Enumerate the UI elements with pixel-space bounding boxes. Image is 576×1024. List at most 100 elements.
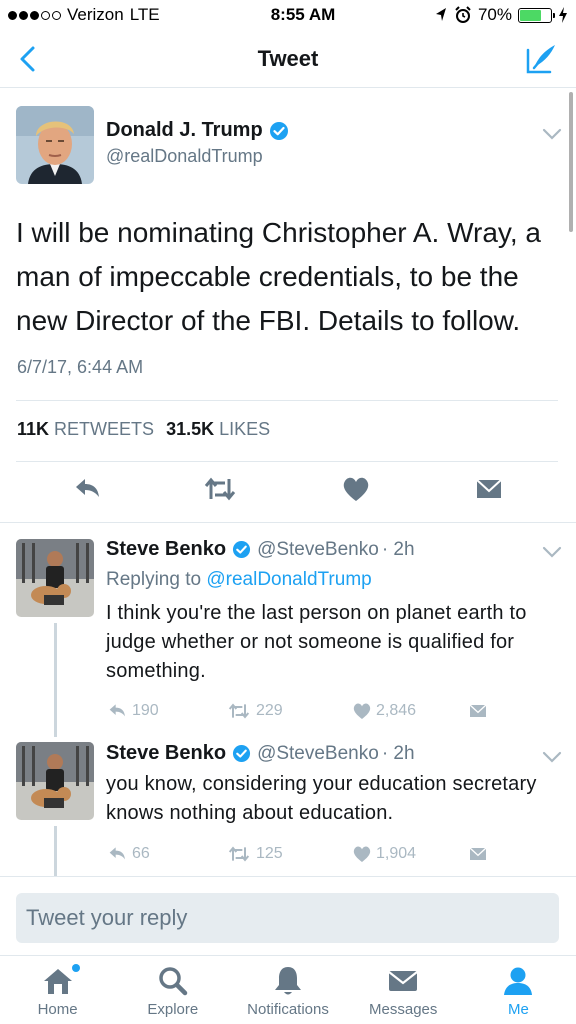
reply-count: 66 [132, 845, 150, 862]
envelope-icon [388, 971, 418, 991]
like-count: 2,846 [376, 702, 417, 719]
tweet-text: I will be nominating Christopher A. Wray… [16, 217, 541, 336]
reply-text: you know, considering your education sec… [106, 773, 537, 824]
reply-icon [109, 847, 125, 860]
engagement-stats: 11K RETWEETS 31.5K LIKES [17, 419, 270, 440]
verified-badge-icon [269, 121, 288, 140]
author-name[interactable]: Donald J. Trump [106, 119, 263, 142]
location-arrow-icon [435, 8, 446, 21]
reply-author-name[interactable]: Steve Benko [106, 538, 226, 561]
direct-message-icon [469, 847, 487, 860]
reply-icon [109, 704, 125, 717]
retweets-label: RETWEETS [54, 419, 155, 439]
author-name-row[interactable]: Donald J. Trump [106, 119, 289, 142]
reply-action-message[interactable] [468, 844, 488, 864]
battery-percent: 70% [477, 5, 512, 24]
reply-action-like[interactable]: 2,846 [352, 701, 416, 721]
replying-to-handle[interactable]: @realDonaldTrump [206, 569, 371, 590]
retweet-icon[interactable] [203, 474, 237, 504]
reply-input[interactable] [16, 893, 559, 943]
reply-author-handle[interactable]: @SteveBenko [257, 539, 379, 561]
retweet-icon [228, 703, 250, 719]
retweet-icon [228, 846, 250, 862]
tab-notifications[interactable]: Notifications [230, 956, 345, 1024]
back-chevron-icon[interactable] [14, 44, 44, 74]
tab-label: Notifications [247, 1001, 329, 1018]
reply-action-reply[interactable]: 190 [106, 701, 159, 721]
compose-tweet-icon[interactable] [524, 42, 558, 76]
tweet-timestamp: 6/7/17, 6:44 AM [17, 357, 144, 377]
alarm-icon [455, 6, 471, 23]
home-icon [43, 969, 72, 994]
reply-action-message[interactable] [468, 701, 488, 721]
chevron-down-icon[interactable] [542, 750, 562, 764]
signal-strength-icon [8, 10, 61, 20]
chevron-down-icon[interactable] [542, 545, 562, 559]
tab-messages[interactable]: Messages [346, 956, 461, 1024]
author-handle[interactable]: @realDonaldTrump [106, 146, 289, 167]
status-bar: Verizon LTE 8:55 AM 70% [0, 0, 576, 30]
divider [16, 461, 558, 462]
replying-to-prefix: Replying to [106, 569, 202, 590]
verified-badge-icon [233, 540, 251, 559]
tab-bar: Home Explore Notifications Messages Me [0, 955, 576, 1024]
network-type: LTE [129, 5, 160, 24]
like-heart-icon [353, 703, 371, 719]
like-heart-icon[interactable] [341, 474, 371, 504]
status-bar-right: 70% [418, 5, 568, 25]
reply-count: 190 [132, 702, 159, 719]
nav-bar: Tweet [0, 30, 576, 88]
direct-message-icon[interactable] [474, 474, 504, 504]
page-title: Tweet [257, 45, 319, 71]
status-time: 8:55 AM [270, 5, 336, 24]
search-icon [159, 967, 188, 996]
thread-line [54, 623, 57, 737]
like-count: 1,904 [376, 845, 417, 862]
reply-icon[interactable] [72, 474, 102, 504]
verified-badge-icon [233, 744, 251, 763]
reply-author-handle[interactable]: @SteveBenko [257, 743, 379, 765]
tab-home[interactable]: Home [0, 956, 115, 1024]
chevron-down-icon[interactable] [542, 127, 562, 141]
retweets-count: 11K [17, 419, 50, 439]
divider [16, 400, 558, 401]
reply-action-retweet[interactable]: 229 [226, 701, 283, 721]
retweet-count: 125 [256, 845, 283, 862]
reply-action-retweet[interactable]: 125 [226, 844, 283, 864]
tab-label: Messages [369, 1001, 438, 1018]
reply-header: Steve Benko @SteveBenko · 2h [106, 538, 415, 561]
direct-message-icon [469, 704, 487, 717]
reply-time: · 2h [381, 538, 415, 560]
reply-actions: 66 125 1,904 [106, 844, 506, 868]
reply-author-name[interactable]: Steve Benko [106, 742, 226, 765]
author-avatar[interactable] [16, 106, 94, 184]
tab-explore[interactable]: Explore [115, 956, 230, 1024]
reply-composer [0, 876, 576, 954]
battery-icon [518, 7, 555, 23]
reply-avatar[interactable] [16, 539, 94, 617]
retweets-stat[interactable]: 11K RETWEETS [17, 419, 154, 440]
retweet-count: 229 [256, 702, 283, 719]
likes-label: LIKES [219, 419, 271, 439]
reply-actions: 190 229 2,846 [106, 701, 506, 725]
person-icon [504, 967, 533, 995]
reply-action-like[interactable]: 1,904 [352, 844, 416, 864]
like-heart-icon [353, 846, 371, 862]
tab-label: Me [507, 1001, 529, 1018]
tweet-actions [0, 474, 576, 510]
scrollbar[interactable] [569, 92, 573, 232]
thread-line [54, 826, 57, 876]
replying-to: Replying to @realDonaldTrump [106, 569, 372, 591]
reply-text: I think you're the last person on planet… [106, 602, 527, 682]
likes-stat[interactable]: 31.5K LIKES [166, 419, 270, 440]
unread-dot [72, 964, 80, 972]
reply-avatar[interactable] [16, 742, 94, 820]
tab-me[interactable]: Me [461, 956, 576, 1024]
tab-label: Explore [147, 1001, 199, 1018]
tab-label: Home [37, 1001, 78, 1018]
reply-header: Steve Benko @SteveBenko · 2h [106, 742, 415, 765]
carrier-name: Verizon [67, 5, 124, 24]
author-block: Donald J. Trump @realDonaldTrump [106, 119, 289, 167]
charging-bolt-icon [559, 7, 567, 23]
reply-action-reply[interactable]: 66 [106, 844, 150, 864]
